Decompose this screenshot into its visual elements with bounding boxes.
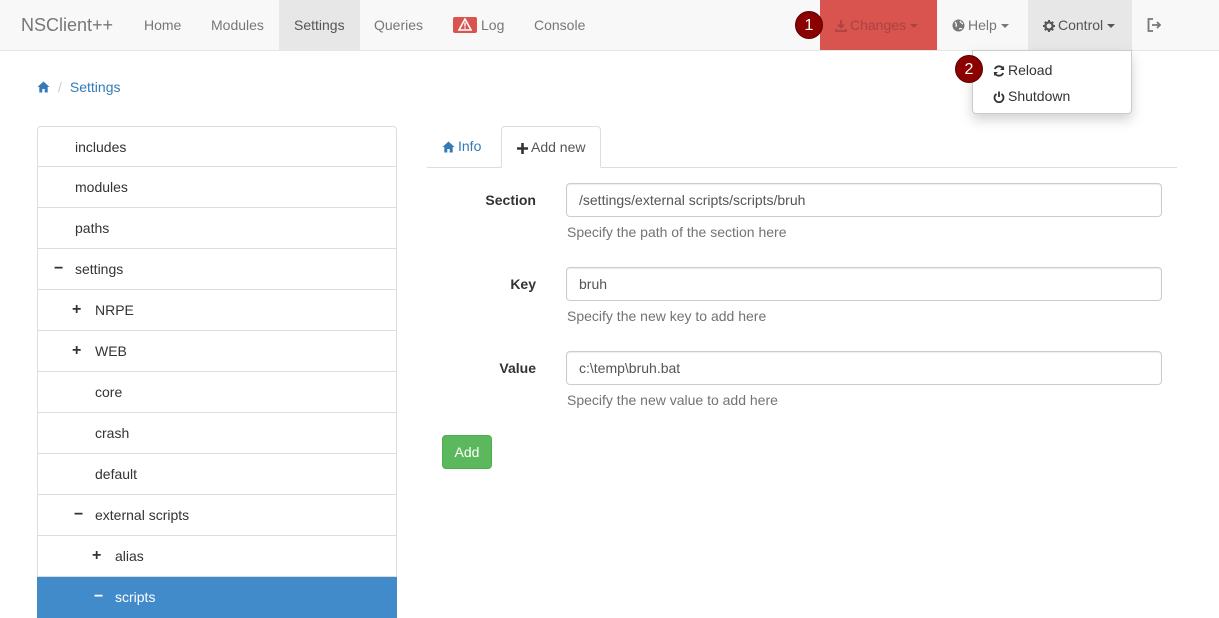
tree-item-modules[interactable]: modules — [37, 167, 397, 208]
tree-item-core[interactable]: core — [37, 372, 397, 413]
section-label: Section — [485, 192, 536, 208]
control-label: Control — [1058, 17, 1104, 33]
nav-settings[interactable]: Settings — [279, 0, 360, 50]
tree-item-label: settings — [75, 261, 124, 277]
key-label: Key — [510, 276, 536, 292]
tree-item-scripts[interactable]: − scripts — [37, 577, 397, 618]
tree-item-label: NRPE — [95, 302, 134, 318]
collapse-icon[interactable]: − — [74, 495, 83, 535]
tree-item-label: modules — [75, 179, 128, 195]
section-help-text: Specify the path of the section here — [567, 224, 787, 240]
warning-icon — [453, 17, 477, 33]
globe-icon — [952, 19, 965, 32]
key-help-text: Specify the new key to add here — [567, 308, 767, 324]
chevron-down-icon — [1000, 24, 1009, 29]
menu-item-reload-label: Reload — [1008, 62, 1053, 78]
expand-icon[interactable]: + — [72, 290, 81, 330]
tree-item-label: core — [95, 384, 123, 400]
nav-log[interactable]: Log — [438, 0, 519, 50]
breadcrumb-separator: / — [58, 79, 62, 95]
collapse-icon[interactable]: − — [94, 577, 103, 617]
key-input[interactable]: bruh — [566, 267, 1162, 301]
nav-queries[interactable]: Queries — [359, 0, 438, 50]
tree-item-label: includes — [75, 139, 127, 155]
expand-icon[interactable]: + — [92, 536, 101, 576]
logout-icon — [1147, 18, 1162, 32]
chevron-down-icon — [910, 24, 919, 29]
home-icon[interactable] — [37, 81, 50, 93]
step-marker-2: 2 — [955, 55, 983, 83]
step-marker-1: 1 — [795, 11, 823, 39]
tree-item-nrpe[interactable]: + NRPE — [37, 290, 397, 331]
download-icon — [835, 20, 847, 32]
tree-item-label: paths — [75, 220, 110, 236]
tree-item-label: default — [95, 466, 138, 482]
tree-item-label: scripts — [115, 589, 156, 605]
value-help-text: Specify the new value to add here — [567, 392, 778, 408]
top-navbar: NSClient++ Home Modules Settings Queries… — [0, 0, 1219, 51]
tree-item-web[interactable]: + WEB — [37, 331, 397, 372]
tab-info[interactable]: Info — [427, 126, 496, 168]
changes-dropdown[interactable]: Changes — [820, 0, 937, 50]
nav-console[interactable]: Console — [519, 0, 600, 50]
tree-item-label: external scripts — [95, 507, 190, 523]
chevron-down-icon — [1107, 24, 1116, 29]
menu-item-shutdown-label: Shutdown — [1008, 88, 1071, 104]
tree-item-paths[interactable]: paths — [37, 208, 397, 249]
tree-item-label: crash — [95, 425, 130, 441]
tree-item-label: alias — [115, 548, 144, 564]
collapse-icon[interactable]: − — [54, 249, 63, 289]
control-dropdown[interactable]: Control — [1028, 0, 1132, 50]
tab-info-label: Info — [458, 138, 482, 154]
nav-log-label: Log — [481, 17, 505, 33]
value-input[interactable]: c:\temp\bruh.bat — [566, 351, 1162, 385]
gear-icon — [1043, 20, 1055, 32]
expand-icon[interactable]: + — [72, 331, 81, 371]
plus-icon — [517, 143, 528, 154]
breadcrumb-current[interactable]: Settings — [70, 79, 121, 95]
section-input[interactable]: /settings/external scripts/scripts/bruh — [566, 183, 1162, 217]
settings-tree: includes modules paths − settings + NRPE +… — [37, 126, 397, 618]
menu-item-reload[interactable]: Reload — [993, 62, 1052, 78]
detail-tabs: Info Add new — [427, 126, 1177, 168]
tab-add-new-label: Add new — [531, 139, 586, 155]
breadcrumb: / Settings — [37, 79, 120, 95]
add-button[interactable]: Add — [442, 435, 492, 469]
tree-item-settings[interactable]: − settings — [37, 249, 397, 290]
tree-item-crash[interactable]: crash — [37, 413, 397, 454]
value-label: Value — [499, 360, 536, 376]
tree-item-external-scripts[interactable]: − external scripts — [37, 495, 397, 536]
menu-item-shutdown[interactable]: Shutdown — [993, 88, 1070, 104]
tree-item-label: WEB — [95, 343, 127, 359]
control-menu: Reload Shutdown — [972, 50, 1132, 114]
refresh-icon — [993, 65, 1005, 77]
brand-logo[interactable]: NSClient++ — [21, 15, 113, 36]
power-icon — [993, 91, 1005, 103]
help-label: Help — [968, 17, 997, 33]
changes-label: Changes — [850, 17, 907, 33]
tree-item-includes[interactable]: includes — [37, 126, 397, 167]
nav-home[interactable]: Home — [129, 0, 196, 50]
tree-item-alias[interactable]: + alias — [37, 536, 397, 577]
tab-add-new[interactable]: Add new — [501, 126, 601, 168]
home-icon — [442, 141, 455, 153]
tree-item-default[interactable]: default — [37, 454, 397, 495]
logout-button[interactable] — [1132, 0, 1177, 50]
help-dropdown[interactable]: Help — [937, 0, 1024, 50]
nav-modules[interactable]: Modules — [196, 0, 279, 50]
